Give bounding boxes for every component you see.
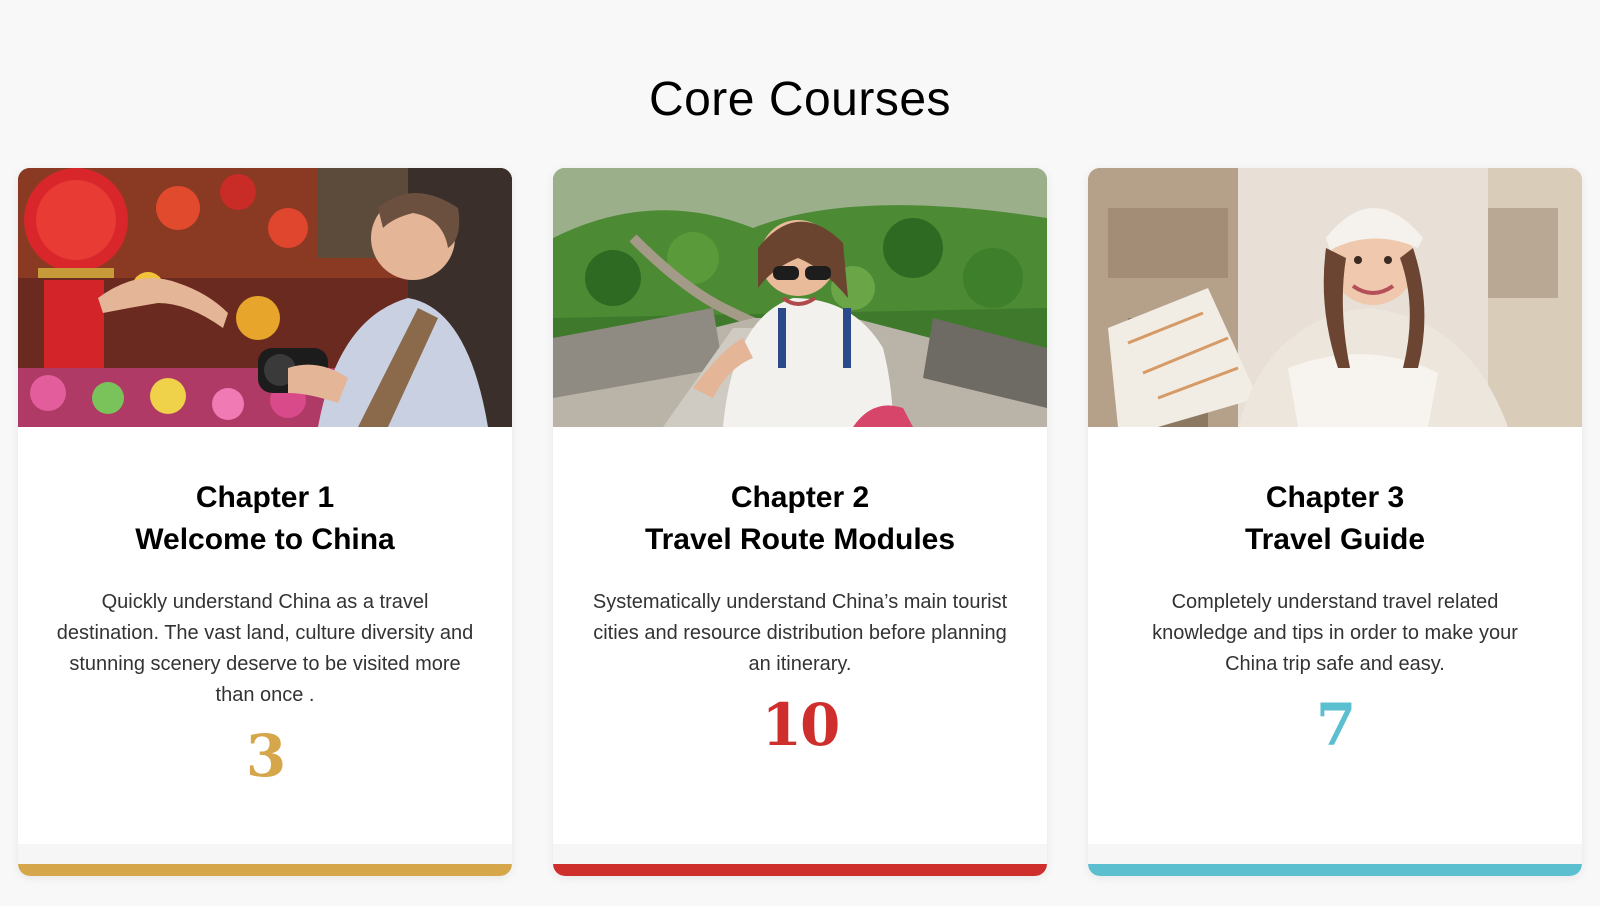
woman-with-map-in-old-town-photo bbox=[1088, 168, 1582, 427]
card-chapter-label: Chapter 3 bbox=[1265, 481, 1405, 514]
card-chapter-label: Chapter 1 bbox=[195, 481, 335, 514]
course-card-chapter-3[interactable]: Chapter 3 Travel Guide Completely unders… bbox=[1088, 168, 1582, 876]
course-card-chapter-1[interactable]: Chapter 1 Welcome to China Quickly under… bbox=[18, 168, 512, 876]
card-title: Travel Guide bbox=[1244, 523, 1426, 556]
card-title: Welcome to China bbox=[135, 523, 395, 556]
card-title: Travel Route Modules bbox=[644, 523, 956, 556]
card-lesson-count: 7 bbox=[1315, 691, 1356, 759]
card-accent-bar bbox=[1088, 864, 1582, 876]
card-accent-bar bbox=[553, 864, 1047, 876]
card-lesson-count: 3 bbox=[245, 722, 286, 790]
card-description: Systematically understand China’s main t… bbox=[592, 591, 1008, 675]
card-description: Quickly understand China as a travel des… bbox=[56, 591, 474, 706]
card-description: Completely understand travel related kno… bbox=[1152, 591, 1518, 675]
card-chapter-label: Chapter 2 bbox=[730, 481, 870, 514]
section-title: Core Courses bbox=[648, 73, 952, 126]
card-accent-bar bbox=[18, 864, 512, 876]
card-lesson-count: 10 bbox=[761, 691, 841, 759]
tourist-with-camera-at-market-photo bbox=[18, 168, 512, 427]
core-courses-page: Core Courses Chapter 1 Welcome to China … bbox=[0, 0, 1600, 906]
course-cards: Chapter 1 Welcome to China Quickly under… bbox=[18, 168, 1582, 876]
woman-on-great-wall-photo bbox=[553, 168, 1047, 427]
course-card-chapter-2[interactable]: Chapter 2 Travel Route Modules Systemati… bbox=[553, 168, 1047, 876]
